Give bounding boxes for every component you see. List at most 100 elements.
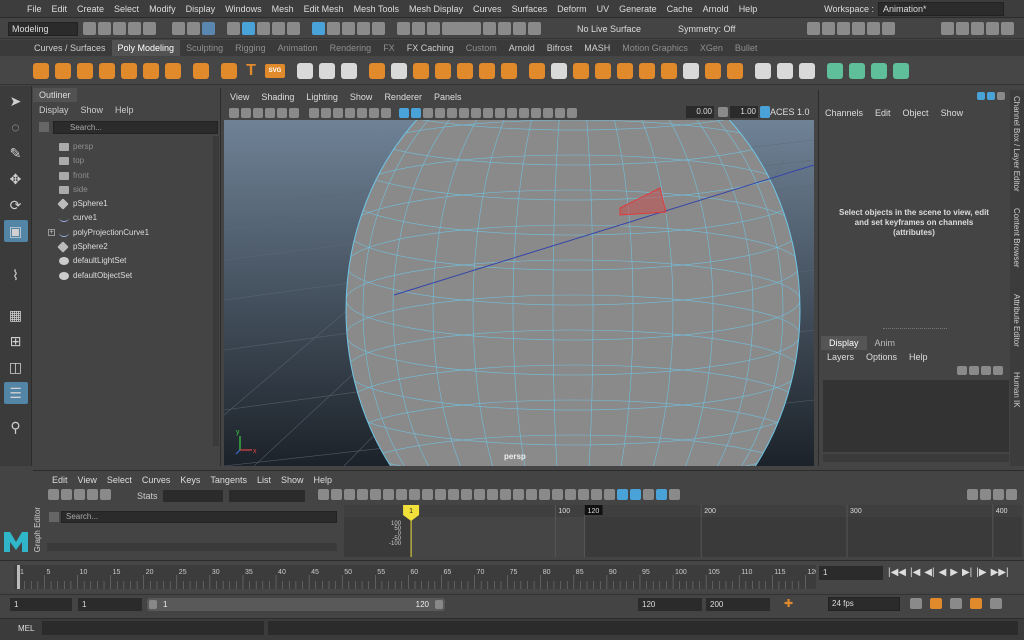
shelf-tab-custom[interactable]: Custom [460,40,503,56]
curve-display-icon[interactable] [656,489,667,500]
play-forwards-button[interactable]: ▶ [948,565,960,581]
wireframe-icon[interactable] [399,107,409,118]
history-icon[interactable] [397,22,410,35]
insert-edge-loop-icon[interactable] [799,62,815,79]
graph-menu-show[interactable]: Show [276,473,309,487]
outliner-menu-display[interactable]: Display [33,103,75,117]
channel-box-menu-object[interactable]: Object [897,106,935,120]
move-tool-icon[interactable]: ✥ [4,168,28,190]
poly-disc-icon[interactable] [165,62,181,79]
viewport-menu-renderer[interactable]: Renderer [378,90,428,104]
channel-box-menu-edit[interactable]: Edit [869,106,897,120]
linear-tangent-icon[interactable] [409,489,420,500]
save-scene-icon[interactable] [98,22,111,35]
auto-tangent-icon[interactable] [370,489,381,500]
exposure-field[interactable]: 0.00 [686,106,714,118]
viewport-menu-view[interactable]: View [224,90,255,104]
svg-tool-icon[interactable]: SVG [265,63,285,78]
show-infinity-icon[interactable] [617,489,628,500]
ipr-render-icon[interactable] [427,22,440,35]
layer-menu-help[interactable]: Help [903,350,934,364]
ipr-icon[interactable] [822,22,835,35]
open-scene-icon[interactable] [83,22,96,35]
undo-icon[interactable] [128,22,141,35]
menu-surfaces[interactable]: Surfaces [507,0,553,18]
graph-menu-list[interactable]: List [252,473,276,487]
select-hierarchy-icon[interactable] [172,22,185,35]
multi-cut-icon[interactable] [755,62,771,79]
flat-tangent-icon[interactable] [422,489,433,500]
arnold-render-icon[interactable] [852,22,865,35]
select-object-icon[interactable] [187,22,200,35]
outliner-menu-help[interactable]: Help [109,103,140,117]
merge-to-center-icon[interactable] [661,62,677,79]
graph-editor-tab-label[interactable]: Graph Editor [33,507,42,552]
graph-menu-edit[interactable]: Edit [47,473,73,487]
break-tangents-icon[interactable] [474,489,485,500]
shelf-tab-poly-modeling[interactable]: Poly Modeling [111,40,181,56]
menu-set-select[interactable]: Modeling [8,22,78,36]
layer-tab-anim[interactable]: Anim [867,336,904,350]
auto-mapping-icon[interactable] [849,62,865,79]
denormalize-icon[interactable] [578,489,589,500]
outliner-toggle-icon[interactable] [1001,22,1014,35]
step-forward-key-button[interactable]: |▶ [974,565,988,581]
bridge-icon[interactable] [551,62,567,79]
graph-menu-select[interactable]: Select [102,473,137,487]
extrude-icon[interactable] [529,62,545,79]
scale-tool-icon[interactable]: ▣ [3,220,28,242]
move-layer-up-icon[interactable] [957,366,967,375]
viewport-menu-show[interactable]: Show [344,90,379,104]
poly-sphere-icon[interactable] [33,62,49,79]
mask-uv-icon[interactable] [287,22,300,35]
menu-modify[interactable]: Modify [144,0,181,18]
side-tab-attribute-editor[interactable]: Attribute Editor [1012,294,1021,347]
dope-sheet-icon[interactable] [643,489,654,500]
append-polygon-icon[interactable] [595,62,611,79]
step-back-frame-button[interactable]: ◀| [922,565,936,581]
stacked-curves-icon[interactable] [630,489,641,500]
buffer-curve-icon[interactable] [461,489,472,500]
move-layer-down-icon[interactable] [969,366,979,375]
poly-torus-icon[interactable] [121,62,137,79]
xray-joints-icon[interactable] [555,107,565,118]
lasso-tool-icon[interactable]: ◌ [4,116,28,138]
retime-tool-icon[interactable] [100,489,111,500]
loop-icon[interactable] [910,598,922,609]
graph-outliner-scrollbar[interactable] [47,543,337,551]
camera-attributes-icon[interactable] [241,107,251,118]
shelf-tab-motion-graphics[interactable]: Motion Graphics [616,40,694,56]
layer-tab-display[interactable]: Display [821,336,867,350]
outliner-item[interactable]: curve1 [33,211,213,225]
snap-plane-icon[interactable] [357,22,370,35]
magnet-live-icon[interactable] [513,22,526,35]
magnet-icon[interactable] [453,22,466,35]
menu-help[interactable]: Help [734,0,763,18]
character-set-icon[interactable] [970,598,982,609]
current-frame-field[interactable]: 1 [819,566,883,580]
side-tab-human-ik[interactable]: Human IK [1012,372,1021,408]
viewport-menu-panels[interactable]: Panels [428,90,468,104]
extract-icon[interactable] [435,62,451,79]
character-controls-icon[interactable] [882,22,895,35]
boolean-union-icon[interactable] [457,62,473,79]
step-tangent-icon[interactable] [435,489,446,500]
pre-infinity-cycle-icon[interactable] [591,489,602,500]
smooth-shade-icon[interactable] [411,107,421,118]
panel-splitter[interactable] [883,328,947,329]
outliner-item[interactable]: pSphere2 [33,240,213,254]
menu-generate[interactable]: Generate [614,0,662,18]
menu-file[interactable]: File [22,0,47,18]
image-plane-icon[interactable] [265,107,275,118]
layer-menu-layers[interactable]: Layers [821,350,860,364]
color-management-icon[interactable] [760,106,770,118]
film-gate-icon[interactable] [321,107,331,118]
shelf-tab-bullet[interactable]: Bullet [729,40,764,56]
normalize-icon[interactable] [565,489,576,500]
shelf-tab-rigging[interactable]: Rigging [229,40,272,56]
menu-select[interactable]: Select [109,0,144,18]
mask-icon[interactable] [227,22,240,35]
range-end-handle[interactable] [435,600,443,609]
graph-menu-view[interactable]: View [73,473,102,487]
collapse-icon[interactable] [683,62,699,79]
